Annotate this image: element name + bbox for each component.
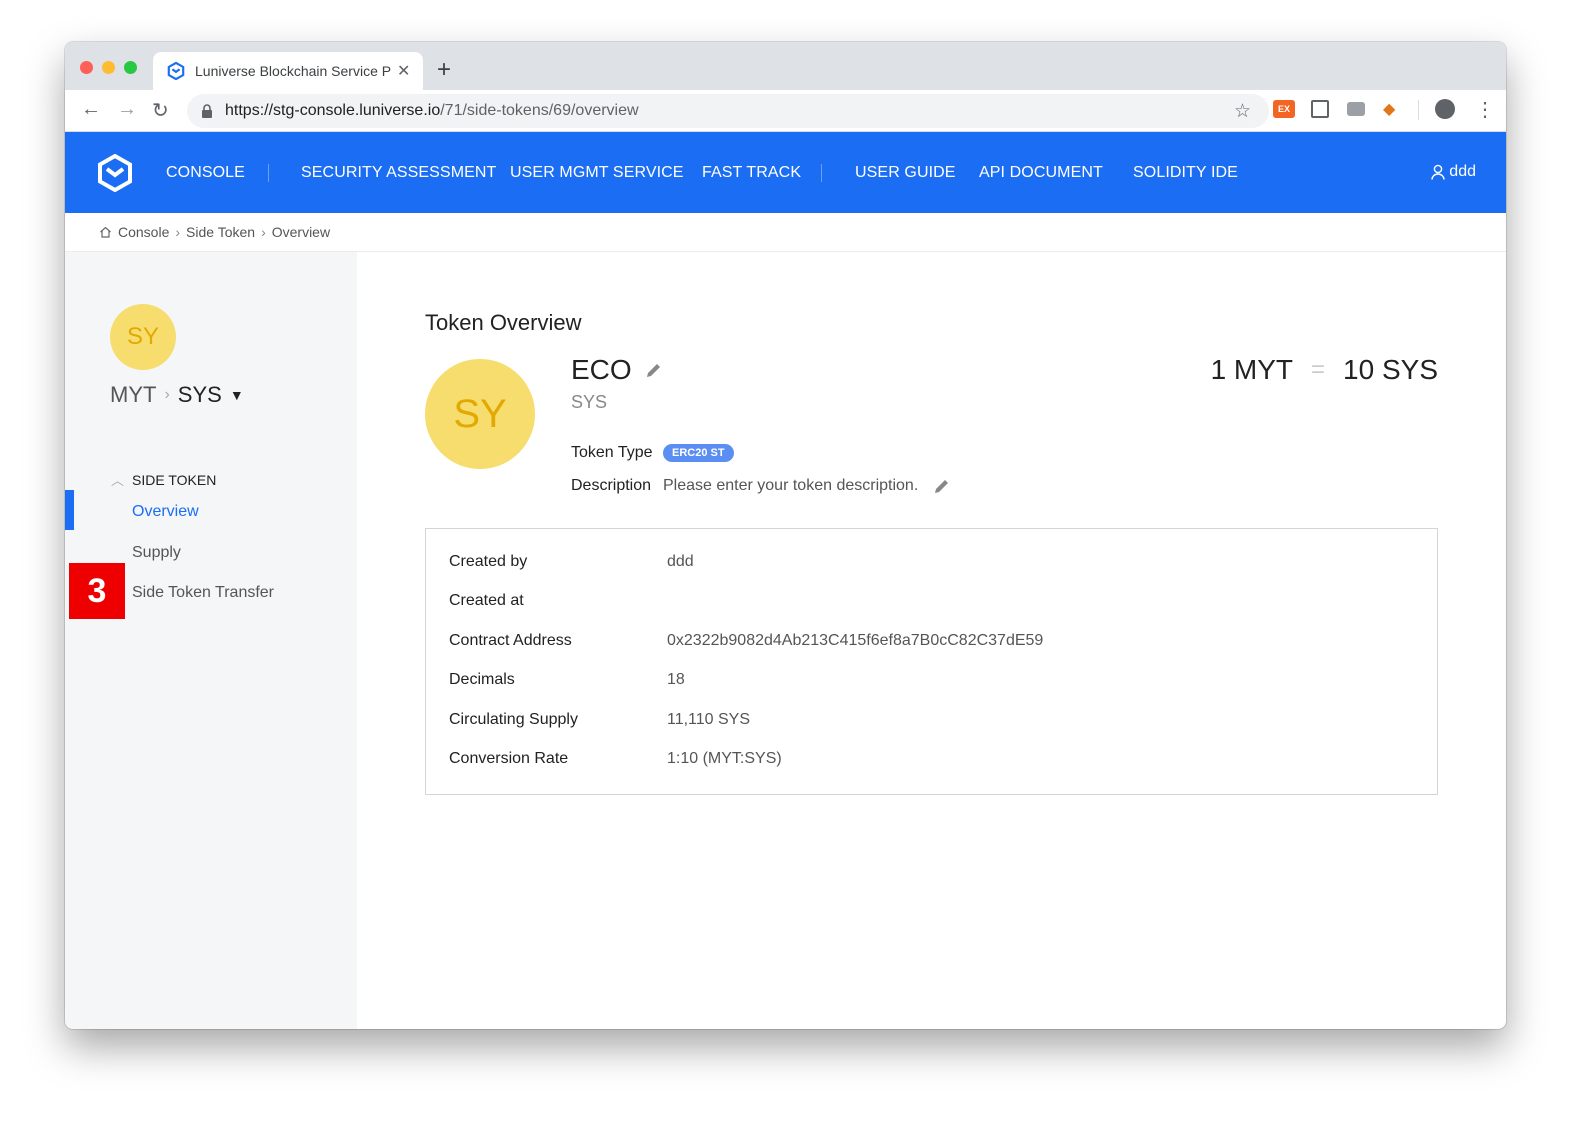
sidebar-item-supply[interactable]: Supply [132,544,181,562]
detail-row: Contract Address 0x2322b9082d4Ab213C415f… [449,632,1043,650]
lock-icon [202,104,212,118]
detail-row: Created at [449,592,667,610]
camera-extension-icon[interactable] [1347,102,1365,116]
to-token: SYS [177,382,222,407]
sidebar-item-side-token-transfer[interactable]: Side Token Transfer [132,584,274,602]
tab-title: Luniverse Blockchain Service P [195,63,391,79]
token-avatar-large: SY [425,359,535,469]
detail-key: Decimals [449,671,515,688]
nav-api-document[interactable]: API DOCUMENT [979,164,1103,182]
edit-description-pencil-icon[interactable] [932,476,952,496]
rate-right: 10 SYS [1343,354,1438,385]
detail-row: Circulating Supply 11,110 SYS [449,711,750,729]
chevron-right-icon: › [164,386,170,403]
breadcrumb-console[interactable]: Console [118,224,169,240]
close-window-button[interactable] [80,61,93,74]
url-path: /71/side-tokens/69/overview [440,102,639,119]
detail-row: Conversion Rate 1:10 (MYT:SYS) [449,750,782,768]
sidebar: SY MYT › SYS ▼ ︿ SIDE TOKEN [65,252,357,1029]
detail-key: Circulating Supply [449,711,578,728]
home-icon[interactable] [99,226,112,238]
tab-strip: Luniverse Blockchain Service P ✕ + [65,42,1506,90]
user-menu[interactable]: ddd [1431,163,1476,181]
nav-solidity-ide[interactable]: SOLIDITY IDE [1133,164,1238,182]
user-name: ddd [1449,163,1476,180]
detail-key: Contract Address [449,632,572,649]
rate-left: 1 MYT [1210,354,1294,385]
token-details-card: Created by ddd Created at Contract Addre… [425,528,1438,795]
breadcrumb-overview: Overview [271,224,331,240]
nav-divider [268,164,269,182]
browser-menu-icon[interactable]: ⋮ [1475,97,1495,122]
token-type-badge: ERC20 ST [663,444,734,462]
detail-key: Conversion Rate [449,750,569,767]
nav-security-assessment[interactable]: SECURITY ASSESSMENT [301,164,496,182]
page-title: Token Overview [425,310,582,335]
conversion-rate-display: 1 MYT = 10 SYS [1211,354,1438,386]
reload-icon[interactable]: ↻ [152,98,169,123]
step-number-badge: 3 [69,563,125,619]
user-icon [1431,164,1445,180]
token-pair-selector[interactable]: MYT › SYS ▼ [110,382,244,408]
profile-icon[interactable] [1435,99,1455,119]
url-text: https://stg-console.luniverse.io/71/side… [225,102,639,120]
section-title: SIDE TOKEN [132,471,217,488]
token-type-row: Token Type ERC20 ST [571,444,734,462]
minimize-window-button[interactable] [102,61,115,74]
breadcrumb-side-token[interactable]: Side Token [186,224,255,240]
detail-row: Created by ddd [449,553,694,571]
nav-user-guide[interactable]: USER GUIDE [855,164,956,182]
app-navbar: CONSOLE SECURITY ASSESSMENT USER MGMT SE… [65,132,1506,213]
description-row: Description Please enter your token desc… [571,476,952,496]
caret-down-icon[interactable]: ▼ [230,387,244,403]
tab-close-icon[interactable]: ✕ [397,61,410,81]
new-tab-icon[interactable]: + [437,56,451,84]
sidebar-item-overview[interactable]: Overview [132,503,199,521]
screenshot-extension-icon[interactable] [1311,100,1329,118]
equals-icon: = [1311,356,1326,383]
browser-tab[interactable]: Luniverse Blockchain Service P ✕ [153,52,423,90]
detail-value: 1:10 (MYT:SYS) [667,750,782,767]
contract-address-value[interactable]: 0x2322b9082d4Ab213C415f6ef8a7B0cC82C37dE… [667,632,1043,650]
metamask-fox-icon[interactable]: ◆ [1383,99,1395,119]
extension-ex-icon[interactable]: EX [1273,100,1295,118]
from-token: MYT [110,382,157,407]
detail-key: Created at [449,592,524,609]
browser-window: Luniverse Blockchain Service P ✕ + ← → ↻… [65,42,1506,1029]
forward-icon[interactable]: → [117,98,137,121]
token-type-label: Token Type [571,444,653,461]
bookmark-star-icon[interactable]: ☆ [1234,100,1251,123]
detail-row: Decimals 18 [449,671,685,689]
address-bar[interactable]: https://stg-console.luniverse.io/71/side… [187,94,1269,128]
token-symbol: SYS [571,392,608,412]
luniverse-logo-icon[interactable] [97,154,133,192]
browser-toolbar: ← → ↻ https://stg-console.luniverse.io/7… [65,90,1506,132]
detail-value: 11,110 SYS [667,711,751,728]
maximize-window-button[interactable] [124,61,137,74]
nav-user-mgmt-service[interactable]: USER MGMT SERVICE [510,164,684,182]
url-host: https://stg-console.luniverse.io [225,102,441,119]
side-token-section-header[interactable]: ︿ SIDE TOKEN [111,470,216,489]
detail-value: ddd [667,553,694,570]
breadcrumb-separator-icon: › [261,224,266,240]
toolbar-divider [1418,100,1419,120]
description-label: Description [571,477,652,494]
breadcrumb: Console › Side Token › Overview [65,213,1506,252]
nav-divider [821,164,822,182]
nav-fast-track[interactable]: FAST TRACK [702,164,801,182]
token-avatar-small: SY [110,304,176,370]
token-name-text: ECO [571,354,632,385]
token-name: ECO [571,354,664,386]
nav-console[interactable]: CONSOLE [166,164,245,182]
active-indicator [65,490,74,530]
back-icon[interactable]: ← [81,98,101,121]
chevron-up-icon: ︿ [111,473,125,488]
description-value: Please enter your token description. [663,477,919,494]
luniverse-favicon-icon [167,62,185,80]
detail-key: Created by [449,553,528,570]
detail-value: 18 [667,671,685,688]
edit-name-pencil-icon[interactable] [644,360,664,380]
breadcrumb-separator-icon: › [175,224,181,240]
